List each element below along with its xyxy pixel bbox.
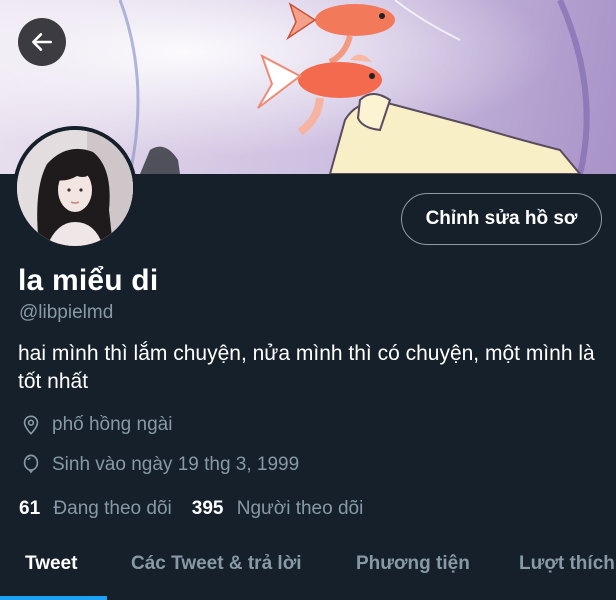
birthday-text: Sinh vào ngày 19 thg 3, 1999 bbox=[52, 454, 300, 475]
tab-tweets-and-replies[interactable]: Các Tweet & trả lời bbox=[131, 553, 301, 575]
following-count: 61 bbox=[19, 498, 41, 519]
follow-stats: 61 Đang theo dõi 395 Người theo dõi bbox=[19, 498, 383, 520]
edit-profile-button[interactable]: Chỉnh sửa hồ sơ bbox=[401, 193, 602, 245]
avatar-photo bbox=[17, 130, 133, 246]
arrow-left-icon bbox=[32, 33, 52, 51]
followers-label: Người theo dõi bbox=[236, 498, 364, 519]
balloon-icon bbox=[20, 454, 42, 476]
active-tab-indicator bbox=[0, 596, 107, 600]
following-link[interactable]: 61 Đang theo dõi bbox=[19, 498, 192, 520]
location-pin-icon bbox=[20, 414, 42, 436]
avatar[interactable] bbox=[13, 126, 137, 250]
followers-count: 395 bbox=[191, 498, 224, 519]
following-label: Đang theo dõi bbox=[53, 498, 172, 519]
profile-birthday: Sinh vào ngày 19 thg 3, 1999 bbox=[20, 454, 299, 476]
display-name: la miểu di bbox=[18, 264, 159, 297]
profile-location: phố hồng ngài bbox=[20, 414, 172, 436]
username-handle: @libpielmd bbox=[19, 302, 114, 323]
location-text: phố hồng ngài bbox=[52, 414, 173, 435]
profile-tabs: Tweet Các Tweet & trả lời Phương tiện Lư… bbox=[0, 540, 616, 600]
tab-media[interactable]: Phương tiện bbox=[356, 553, 470, 575]
tab-tweets[interactable]: Tweet bbox=[25, 553, 77, 575]
back-button[interactable] bbox=[18, 18, 66, 66]
profile-bio: hai mình thì lắm chuyện, nửa mình thì có… bbox=[18, 342, 595, 393]
followers-link[interactable]: 395 Người theo dõi bbox=[192, 498, 384, 520]
tab-likes[interactable]: Lượt thích bbox=[519, 553, 615, 575]
